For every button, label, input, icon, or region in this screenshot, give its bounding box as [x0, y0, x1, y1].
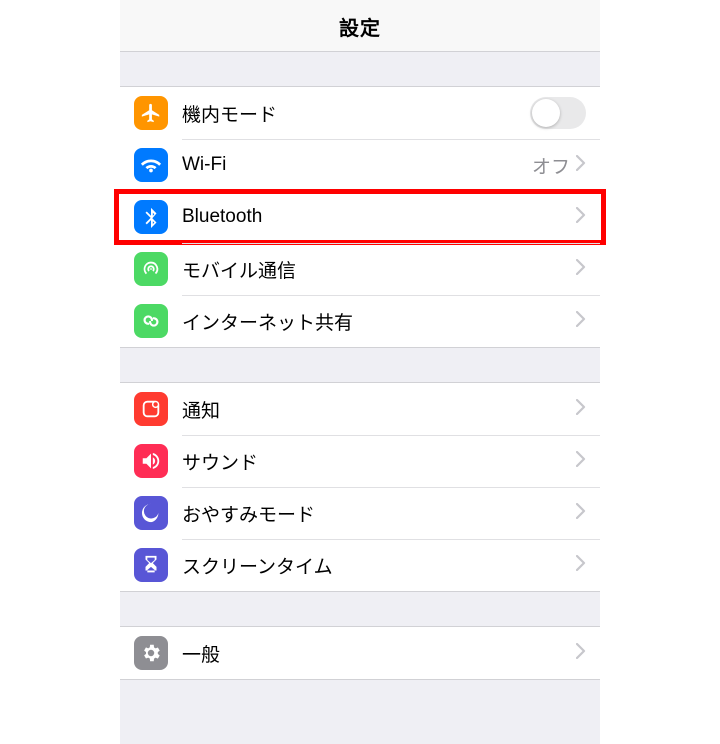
hotspot-icon: [134, 304, 168, 338]
dnd-label: おやすみモード: [182, 500, 576, 527]
airplane-icon: [134, 96, 168, 130]
screentime-label: スクリーンタイム: [182, 552, 576, 579]
airplane-toggle[interactable]: [530, 97, 586, 129]
general-label: 一般: [182, 640, 576, 667]
chevron-right-icon: [576, 259, 586, 280]
settings-screen: 設定 機内モード Wi-Fi オフ: [120, 0, 600, 744]
chevron-right-icon: [576, 311, 586, 332]
row-cellular[interactable]: モバイル通信: [120, 243, 600, 295]
row-general[interactable]: 一般: [120, 627, 600, 679]
hourglass-icon: [134, 548, 168, 582]
section-gap: [120, 592, 600, 626]
chevron-right-icon: [576, 399, 586, 420]
wifi-label: Wi-Fi: [182, 154, 532, 176]
row-notifications[interactable]: 通知: [120, 383, 600, 435]
row-wifi[interactable]: Wi-Fi オフ: [120, 139, 600, 191]
row-airplane-mode[interactable]: 機内モード: [120, 87, 600, 139]
cellular-icon: [134, 252, 168, 286]
hotspot-label: インターネット共有: [182, 308, 576, 335]
wifi-icon: [134, 148, 168, 182]
page-title: 設定: [120, 0, 600, 52]
settings-group-alerts: 通知 サウンド おやすみモード: [120, 382, 600, 592]
chevron-right-icon: [576, 643, 586, 664]
wifi-value: オフ: [532, 152, 570, 179]
sounds-label: サウンド: [182, 448, 576, 475]
notifications-label: 通知: [182, 396, 576, 423]
row-sounds[interactable]: サウンド: [120, 435, 600, 487]
row-screen-time[interactable]: スクリーンタイム: [120, 539, 600, 591]
cellular-label: モバイル通信: [182, 256, 576, 283]
airplane-label: 機内モード: [182, 100, 530, 127]
chevron-right-icon: [576, 155, 586, 176]
moon-icon: [134, 496, 168, 530]
chevron-right-icon: [576, 207, 586, 228]
section-gap: [120, 52, 600, 86]
row-hotspot[interactable]: インターネット共有: [120, 295, 600, 347]
section-gap: [120, 348, 600, 382]
row-bluetooth[interactable]: Bluetooth: [120, 191, 600, 243]
row-do-not-disturb[interactable]: おやすみモード: [120, 487, 600, 539]
notifications-icon: [134, 392, 168, 426]
chevron-right-icon: [576, 451, 586, 472]
chevron-right-icon: [576, 555, 586, 576]
gear-icon: [134, 636, 168, 670]
chevron-right-icon: [576, 503, 586, 524]
settings-group-connectivity: 機内モード Wi-Fi オフ Bluetooth: [120, 86, 600, 348]
sounds-icon: [134, 444, 168, 478]
bluetooth-highlight: Bluetooth: [120, 191, 600, 243]
bluetooth-icon: [134, 200, 168, 234]
settings-group-general: 一般: [120, 626, 600, 680]
bluetooth-label: Bluetooth: [182, 206, 576, 228]
